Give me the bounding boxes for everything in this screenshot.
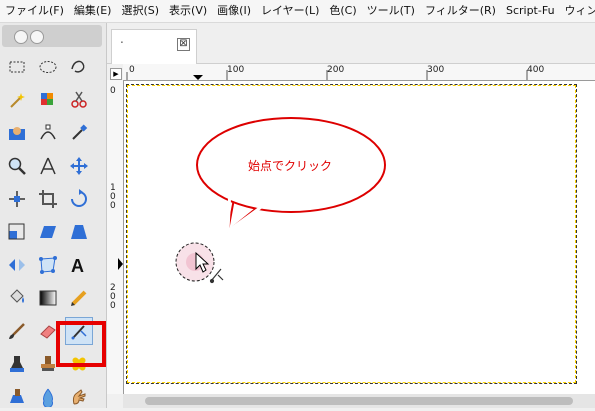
tool-button[interactable]: A <box>65 251 93 279</box>
tool-button[interactable] <box>65 185 93 213</box>
menu-select[interactable]: 選択(S) <box>116 0 164 22</box>
align-icon <box>9 191 25 207</box>
perspective-clone-icon <box>10 389 24 403</box>
tool-button[interactable] <box>3 284 31 312</box>
menu-view[interactable]: 表示(V) <box>164 0 212 22</box>
scrollbar-thumb[interactable] <box>145 397 573 405</box>
tool-button[interactable] <box>65 86 93 114</box>
smudge-icon <box>72 389 86 405</box>
menu-tools[interactable]: ツール(T) <box>362 0 420 22</box>
clone-icon <box>41 356 55 371</box>
tool-button[interactable] <box>3 152 31 180</box>
tool-button[interactable] <box>34 251 62 279</box>
tool-button[interactable] <box>65 152 93 180</box>
image-canvas[interactable]: 始点でクリック <box>124 81 595 394</box>
tool-button[interactable] <box>34 53 62 81</box>
blur-icon <box>43 388 53 407</box>
ink-icon <box>10 356 24 372</box>
perspective-icon <box>71 225 87 239</box>
tool-button[interactable] <box>3 251 31 279</box>
menu-image[interactable]: 画像(I) <box>212 0 256 22</box>
menu-edit[interactable]: 編集(E) <box>69 0 117 22</box>
tool-button[interactable] <box>65 53 93 81</box>
tool-button[interactable] <box>3 53 31 81</box>
pencil-icon <box>71 290 87 306</box>
wilber-drop-area[interactable] <box>2 25 102 47</box>
paths-icon <box>40 124 56 140</box>
image-tab-bar: . ⊠ <box>107 23 595 64</box>
tool-button[interactable] <box>65 119 93 147</box>
menu-filters[interactable]: フィルター(R) <box>420 0 501 22</box>
shear-icon <box>40 226 56 238</box>
image-tab[interactable]: . ⊠ <box>111 29 197 64</box>
bucket-fill-icon <box>10 289 24 303</box>
tool-button[interactable] <box>3 218 31 246</box>
tool-button[interactable] <box>34 86 62 114</box>
tool-button[interactable] <box>3 119 31 147</box>
crop-icon <box>39 190 57 208</box>
free-select-icon <box>71 60 85 73</box>
speech-bubble <box>175 117 386 284</box>
tool-button[interactable] <box>65 284 93 312</box>
tool-button[interactable] <box>34 185 62 213</box>
wilber-eye-icon <box>14 30 28 44</box>
tool-button[interactable] <box>65 218 93 246</box>
tool-button[interactable] <box>3 185 31 213</box>
ruler-ticks <box>118 258 123 270</box>
tool-button[interactable] <box>34 152 62 180</box>
flip-icon <box>9 259 25 271</box>
wilber-eye-icon <box>30 30 44 44</box>
zoom-icon <box>8 157 26 175</box>
vertical-ruler[interactable]: 0 1 0 0 2 0 0 <box>107 80 124 394</box>
fuzzy-select-icon <box>10 93 25 108</box>
menubar: ファイル(F) 編集(E) 選択(S) 表示(V) 画像(I) レイヤー(L) … <box>0 0 595 23</box>
tool-button[interactable] <box>65 383 93 411</box>
blend-icon <box>39 290 57 306</box>
ruler-pointer-icon <box>118 258 123 270</box>
tool-button[interactable] <box>3 350 31 378</box>
cage-icon <box>39 256 57 274</box>
annotation-text: 始点でクリック <box>247 159 332 173</box>
rect-select-icon <box>9 61 25 73</box>
scissors-icon <box>71 91 87 108</box>
menu-layer[interactable]: レイヤー(L) <box>256 0 324 22</box>
toolbox: A <box>0 23 107 408</box>
tool-button[interactable] <box>3 383 31 411</box>
menu-script-fu[interactable]: Script-Fu <box>501 0 560 22</box>
menu-windows[interactable]: ウィン <box>560 0 595 22</box>
measure-icon <box>40 157 56 175</box>
text-icon: A <box>71 256 84 275</box>
quick-mask-toggle-icon[interactable]: ▶ <box>110 68 122 80</box>
horizontal-scrollbar[interactable] <box>123 394 595 408</box>
svg-text:A: A <box>71 256 84 275</box>
foreground-select-icon <box>9 127 25 140</box>
move-icon <box>70 157 88 175</box>
airbrush-cursor-icon <box>209 268 224 284</box>
horizontal-ruler[interactable]: 0 100 200 300 400 <box>123 64 595 81</box>
ellipse-select-icon <box>39 61 57 73</box>
tool-button[interactable] <box>34 284 62 312</box>
ruler-ticks <box>126 70 528 80</box>
tool-button[interactable] <box>34 119 62 147</box>
ruler-pointer-icon <box>193 75 203 80</box>
menu-colors[interactable]: 色(C) <box>324 0 361 22</box>
tool-button[interactable] <box>34 218 62 246</box>
active-tool-highlight <box>56 321 106 367</box>
paintbrush-icon <box>9 323 25 339</box>
close-tab-icon[interactable]: ⊠ <box>177 38 190 51</box>
canvas-area: ▶ 0 100 200 300 400 0 1 0 0 2 0 0 始点でクリッ… <box>107 64 595 408</box>
tool-button[interactable] <box>3 86 31 114</box>
eraser-icon <box>40 325 56 339</box>
scale-icon <box>8 223 25 240</box>
tool-button[interactable] <box>34 383 62 411</box>
select-by-color-icon <box>41 93 53 105</box>
image-tab-title: . <box>120 32 124 46</box>
tool-button[interactable] <box>3 317 31 345</box>
menu-file[interactable]: ファイル(F) <box>0 0 69 22</box>
rotate-icon <box>71 189 87 207</box>
color-picker-icon <box>72 124 88 140</box>
